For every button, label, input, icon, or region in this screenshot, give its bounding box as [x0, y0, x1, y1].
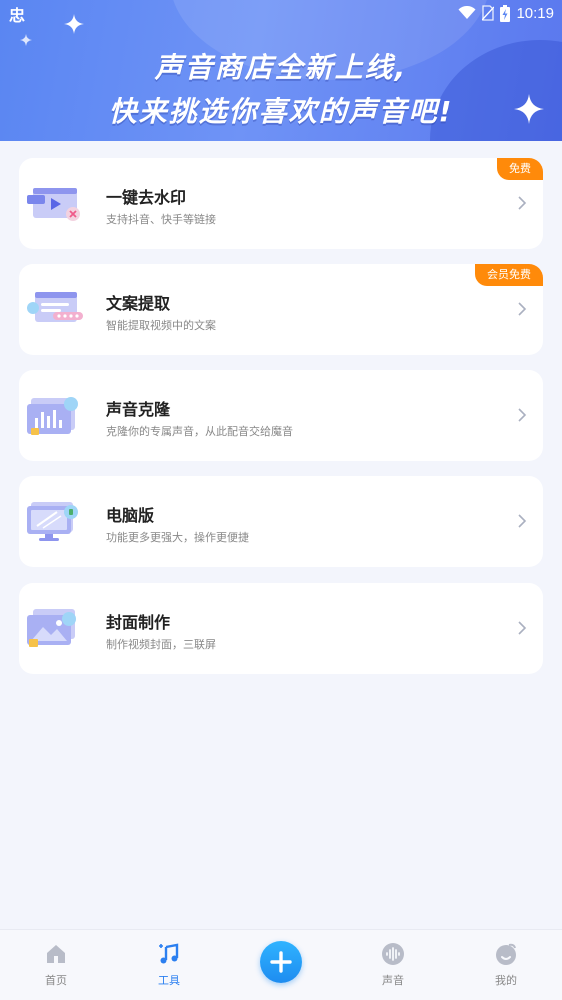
profile-icon	[496, 943, 516, 965]
music-note-icon	[159, 943, 179, 964]
chevron-right-icon	[518, 408, 527, 422]
watermark-remove-icon	[27, 188, 80, 221]
tool-card-text-extract[interactable]: 文案提取 智能提取视频中的文案 会员免费	[19, 264, 543, 355]
sparkle-icon	[64, 14, 84, 34]
nav-home[interactable]: 首页	[16, 930, 96, 1000]
nav-label: 声音	[382, 974, 404, 987]
text-extract-icon	[27, 292, 83, 322]
tool-description: 制作视频封面，三联屏	[106, 638, 216, 651]
nav-label: 工具	[158, 974, 180, 987]
status-bar: 忠 10:19	[0, 0, 562, 26]
no-sim-icon	[482, 5, 495, 21]
tool-description: 支持抖音、快手等链接	[106, 213, 216, 226]
tool-card-cover-maker[interactable]: 封面制作 制作视频封面，三联屏	[19, 583, 543, 674]
nav-voice[interactable]: 声音	[353, 930, 433, 1000]
sparkle-icon	[20, 34, 32, 46]
create-button[interactable]	[260, 941, 302, 983]
tool-description: 智能提取视频中的文案	[106, 319, 216, 332]
carrier-glyph: 忠	[9, 6, 26, 25]
desktop-icon	[27, 502, 78, 541]
chevron-right-icon	[518, 514, 527, 528]
tool-title: 声音克隆	[106, 400, 171, 419]
chevron-right-icon	[518, 196, 527, 210]
banner-subheadline: 快来挑选你喜欢的声音吧!	[108, 95, 454, 128]
chevron-right-icon	[518, 302, 527, 316]
nav-tools[interactable]: 工具	[129, 930, 209, 1000]
tool-card-watermark[interactable]: 一键去水印 支持抖音、快手等链接 免费	[19, 158, 543, 249]
bottom-nav: 首页 工具 声音 我的	[0, 929, 562, 1000]
promo-banner[interactable]: 忠 10:19 声音商店全新上线, 快来挑选你喜欢的声音吧!	[0, 0, 562, 141]
tool-card-voice-clone[interactable]: 声音克隆 克隆你的专属声音，从此配音交给魔音	[19, 370, 543, 461]
tool-title: 封面制作	[106, 613, 171, 632]
battery-charging-icon	[500, 4, 511, 22]
voice-wave-icon	[382, 943, 404, 965]
free-badge: 免费	[497, 158, 543, 180]
tool-title: 一键去水印	[106, 188, 187, 207]
wifi-icon	[458, 6, 476, 19]
member-free-badge: 会员免费	[475, 264, 543, 286]
chevron-right-icon	[518, 621, 527, 635]
cover-maker-icon	[27, 609, 76, 647]
tool-description: 功能更多更强大，操作更便捷	[106, 531, 249, 544]
plus-icon	[270, 951, 292, 973]
status-time: 10:19	[516, 4, 554, 22]
tool-description: 克隆你的专属声音，从此配音交给魔音	[106, 425, 293, 438]
nav-label: 首页	[45, 974, 67, 987]
home-icon	[47, 945, 65, 963]
tool-title: 电脑版	[106, 506, 155, 525]
voice-clone-icon	[27, 397, 78, 435]
banner-headline: 声音商店全新上线,	[154, 51, 408, 84]
tool-card-desktop[interactable]: 电脑版 功能更多更强大，操作更便捷	[19, 476, 543, 567]
nav-profile[interactable]: 我的	[466, 930, 546, 1000]
nav-label: 我的	[495, 974, 517, 987]
tool-title: 文案提取	[106, 294, 171, 313]
